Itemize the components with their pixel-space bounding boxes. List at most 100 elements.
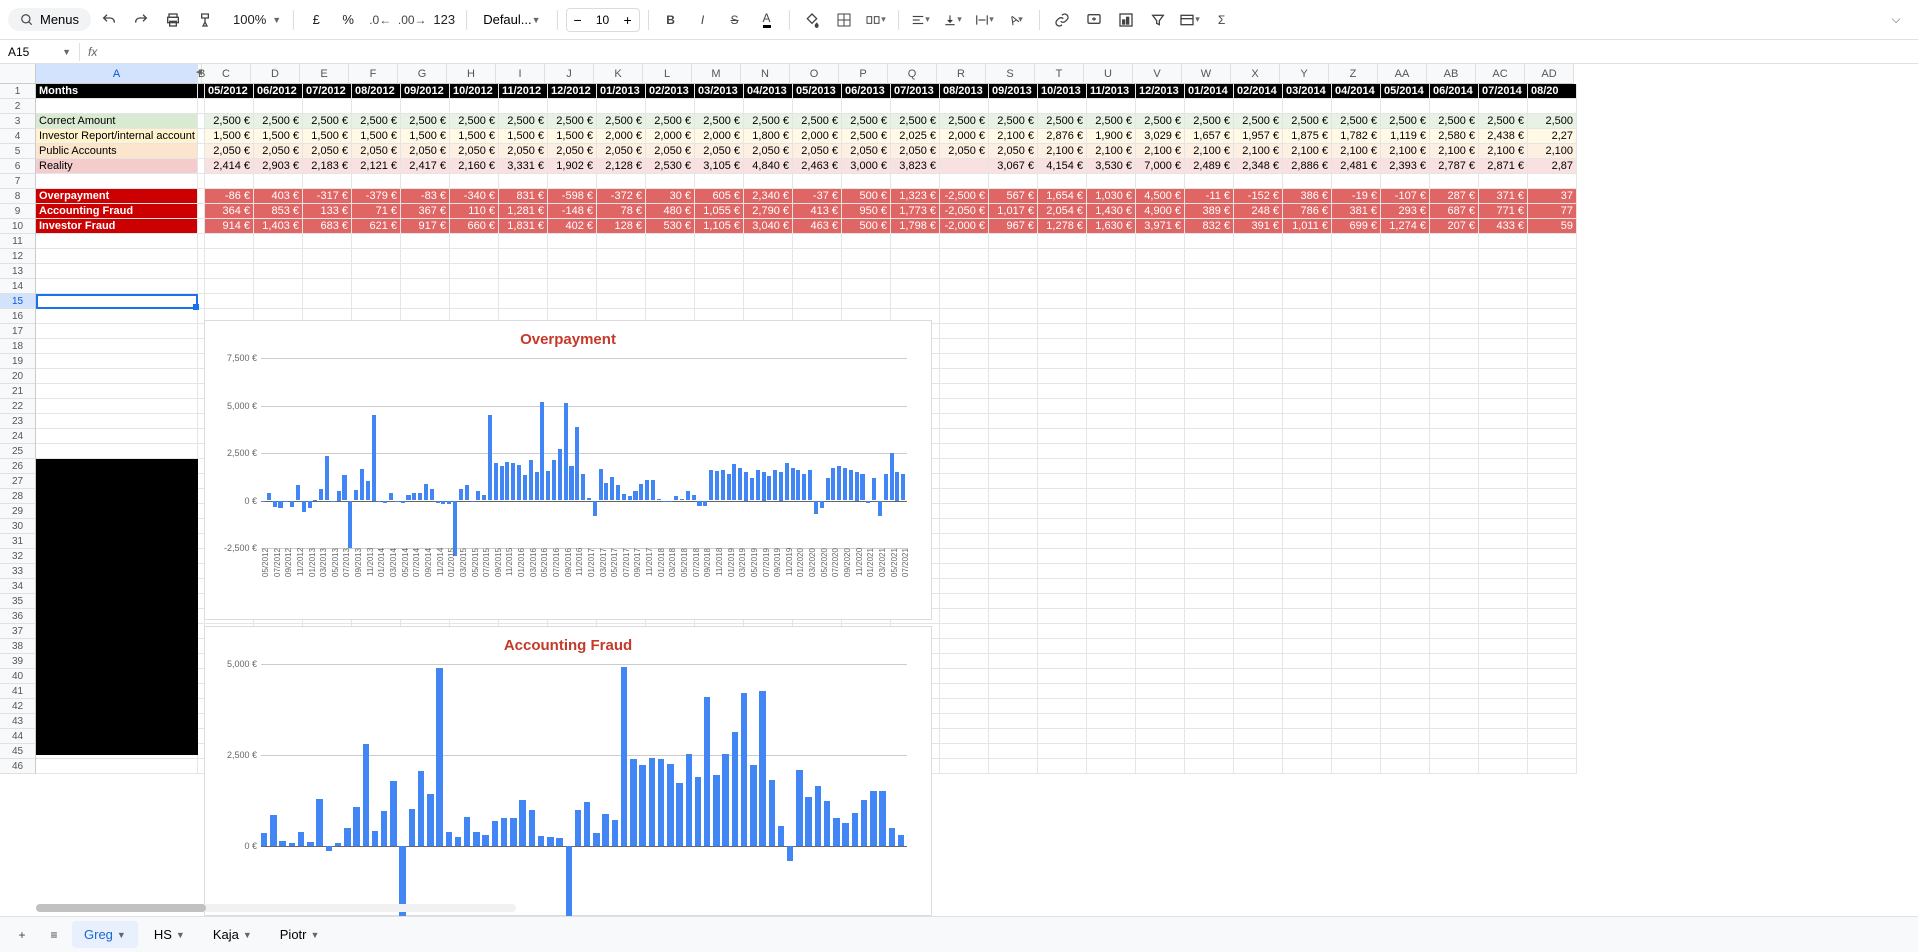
cell[interactable] xyxy=(1479,414,1528,429)
row-header-32[interactable]: 32 xyxy=(0,549,36,564)
merge-button[interactable]: ▾ xyxy=(862,6,890,34)
fill-color-button[interactable] xyxy=(798,6,826,34)
cell[interactable] xyxy=(1283,414,1332,429)
row-header-7[interactable]: 7 xyxy=(0,174,36,189)
cell[interactable] xyxy=(1283,369,1332,384)
cell[interactable] xyxy=(1136,519,1185,534)
cell[interactable] xyxy=(1479,444,1528,459)
cell[interactable] xyxy=(1332,294,1381,309)
cell[interactable] xyxy=(205,294,254,309)
row-header-1[interactable]: 1 xyxy=(0,84,36,99)
cell[interactable] xyxy=(1381,519,1430,534)
cell[interactable] xyxy=(1234,729,1283,744)
cell[interactable]: 01/2014 xyxy=(1185,84,1234,99)
cell[interactable]: 07/2012 xyxy=(303,84,352,99)
cell[interactable]: 621 € xyxy=(352,219,401,234)
cell[interactable] xyxy=(940,159,989,174)
cell[interactable]: 4,900 € xyxy=(1136,204,1185,219)
cell[interactable] xyxy=(1430,534,1479,549)
cell[interactable] xyxy=(842,99,891,114)
cell[interactable] xyxy=(1528,174,1577,189)
cell[interactable] xyxy=(1430,744,1479,759)
name-box[interactable]: A15▼ xyxy=(0,43,80,61)
cell[interactable] xyxy=(744,234,793,249)
cell[interactable] xyxy=(1430,669,1479,684)
row-header-11[interactable]: 11 xyxy=(0,234,36,249)
cell[interactable] xyxy=(1528,639,1577,654)
cell[interactable] xyxy=(352,264,401,279)
cell[interactable] xyxy=(1234,534,1283,549)
cell[interactable] xyxy=(1283,264,1332,279)
cell[interactable] xyxy=(1381,354,1430,369)
cell[interactable] xyxy=(1283,429,1332,444)
cell[interactable] xyxy=(1038,489,1087,504)
cell[interactable]: 287 € xyxy=(1430,189,1479,204)
cell[interactable] xyxy=(1087,534,1136,549)
cell[interactable] xyxy=(1283,519,1332,534)
cell[interactable]: -19 € xyxy=(1332,189,1381,204)
cell[interactable] xyxy=(1136,744,1185,759)
cell[interactable] xyxy=(1430,429,1479,444)
cell[interactable] xyxy=(1332,639,1381,654)
cell[interactable] xyxy=(989,399,1038,414)
cell[interactable]: -86 € xyxy=(205,189,254,204)
cell[interactable]: 1,900 € xyxy=(1087,129,1136,144)
cell[interactable] xyxy=(1185,729,1234,744)
cell[interactable]: -11 € xyxy=(1185,189,1234,204)
cell[interactable] xyxy=(1381,744,1430,759)
cell[interactable]: 367 € xyxy=(401,204,450,219)
cell[interactable] xyxy=(1234,339,1283,354)
cell[interactable] xyxy=(1234,234,1283,249)
cell[interactable] xyxy=(1087,399,1136,414)
cell[interactable] xyxy=(205,99,254,114)
column-header-D[interactable]: D xyxy=(251,64,300,84)
cell[interactable]: -317 € xyxy=(303,189,352,204)
cell[interactable] xyxy=(940,399,989,414)
row-header-12[interactable]: 12 xyxy=(0,249,36,264)
column-header-S[interactable]: S xyxy=(986,64,1035,84)
cell[interactable]: 2,903 € xyxy=(254,159,303,174)
cell[interactable] xyxy=(1332,474,1381,489)
cell[interactable]: 917 € xyxy=(401,219,450,234)
cell[interactable]: -2,050 € xyxy=(940,204,989,219)
cell[interactable] xyxy=(254,234,303,249)
cell[interactable]: 1,875 € xyxy=(1283,129,1332,144)
cell[interactable] xyxy=(940,579,989,594)
cell[interactable] xyxy=(646,249,695,264)
cell[interactable] xyxy=(1087,624,1136,639)
cell[interactable] xyxy=(1038,474,1087,489)
cell[interactable] xyxy=(1185,414,1234,429)
cell[interactable] xyxy=(1528,264,1577,279)
cell[interactable] xyxy=(303,249,352,264)
cell[interactable] xyxy=(198,189,205,204)
cell[interactable]: 2,050 € xyxy=(695,144,744,159)
cell[interactable] xyxy=(1381,459,1430,474)
cell[interactable] xyxy=(1283,594,1332,609)
cell[interactable] xyxy=(1479,399,1528,414)
cell[interactable] xyxy=(1234,654,1283,669)
cell[interactable] xyxy=(36,264,198,279)
cell[interactable] xyxy=(198,174,205,189)
row-header-5[interactable]: 5 xyxy=(0,144,36,159)
strikethrough-button[interactable]: S xyxy=(721,6,749,34)
cell[interactable] xyxy=(1283,279,1332,294)
cell[interactable] xyxy=(1430,99,1479,114)
cell[interactable]: 1,119 € xyxy=(1381,129,1430,144)
cell[interactable] xyxy=(548,249,597,264)
cell[interactable] xyxy=(1087,579,1136,594)
cell[interactable] xyxy=(597,174,646,189)
cell[interactable]: 786 € xyxy=(1283,204,1332,219)
cell[interactable] xyxy=(1185,324,1234,339)
cell[interactable] xyxy=(1038,399,1087,414)
cell[interactable] xyxy=(1136,324,1185,339)
cell[interactable] xyxy=(1332,444,1381,459)
row-header-43[interactable]: 43 xyxy=(0,714,36,729)
cell[interactable]: 2,500 € xyxy=(1136,114,1185,129)
cell[interactable] xyxy=(1332,744,1381,759)
cell[interactable]: 05/2012 xyxy=(205,84,254,99)
row-header-19[interactable]: 19 xyxy=(0,354,36,369)
cell[interactable]: 2,500 € xyxy=(450,114,499,129)
cell[interactable]: -148 € xyxy=(548,204,597,219)
cell[interactable] xyxy=(891,279,940,294)
cell[interactable] xyxy=(1528,594,1577,609)
